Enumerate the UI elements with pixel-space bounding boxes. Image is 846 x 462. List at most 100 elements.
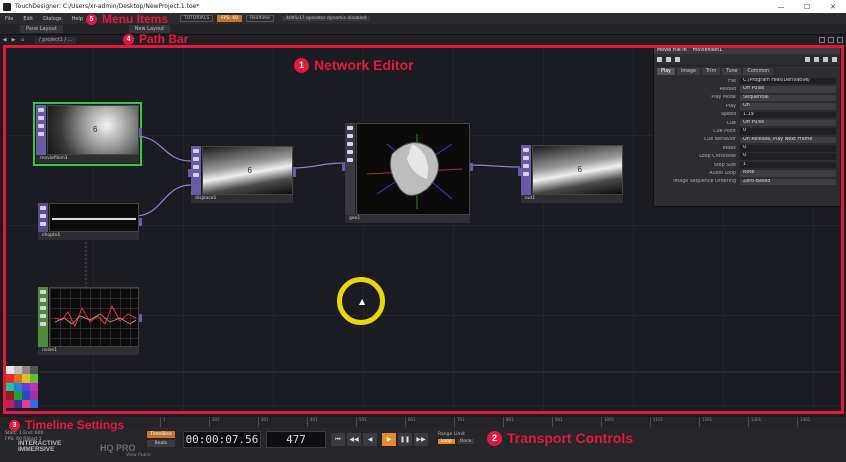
node-viewer: 6 (47, 105, 139, 155)
timeline-tick: 301 (258, 417, 269, 427)
maximize-icon[interactable]: ☐ (794, 0, 820, 13)
timecode-display[interactable]: 00:00:07.56 (183, 431, 261, 448)
back-icon[interactable]: ◀ (0, 37, 9, 43)
output-port[interactable] (293, 168, 296, 177)
realtime-toggle[interactable]: Realtime (246, 15, 274, 22)
param-cuebehavior-select[interactable]: On Release, Play Next Frame (740, 136, 836, 144)
tab-play[interactable]: Play (657, 68, 676, 75)
watermark-badge: HQ PRO (100, 443, 136, 453)
output-port[interactable] (139, 217, 142, 226)
menu-help[interactable]: Help (67, 16, 88, 22)
play-reverse-button[interactable]: ◀ (363, 433, 377, 446)
color-palette[interactable] (6, 366, 38, 408)
node-chopto[interactable]: chopto1 (38, 203, 142, 240)
input-port[interactable] (188, 168, 191, 177)
step-forward-button[interactable]: ▶▶ (414, 433, 428, 446)
info-icon[interactable] (675, 57, 680, 62)
output-port[interactable] (139, 314, 142, 323)
node-geo[interactable]: geo1 (342, 123, 473, 223)
tab-trim[interactable]: Trim (702, 68, 721, 75)
range-once-button[interactable]: Once (456, 439, 475, 444)
param-playmode-select[interactable]: Sequential (740, 94, 836, 102)
tab-image[interactable]: Image (677, 68, 701, 75)
node-side-toolbar[interactable] (191, 146, 201, 195)
menu-dialogs[interactable]: Dialogs (38, 16, 67, 22)
annotation-transport-controls: 2 Transport Controls (487, 430, 633, 446)
node-name[interactable]: moviefilein1 (36, 155, 139, 163)
beats-toggle[interactable]: Beats (147, 440, 175, 447)
node-side-toolbar[interactable] (521, 145, 531, 195)
path-field[interactable]: / project1 / ... (35, 36, 77, 44)
node-side-toolbar[interactable] (345, 123, 355, 215)
home-icon[interactable]: ⌂ (18, 37, 27, 43)
menu-edit[interactable]: Edit (18, 16, 38, 22)
param-tabs: Play Image Trim Tune Common (654, 66, 840, 75)
param-index-field[interactable]: 0 (740, 145, 836, 152)
forward-icon[interactable]: ▶ (9, 37, 18, 43)
param-row-cuepoint: Cue Point 0 (654, 127, 840, 135)
node-name[interactable]: noise1 (38, 347, 139, 355)
param-op-name[interactable]: moviefilein1 (693, 48, 722, 53)
frame-display[interactable]: 477 (266, 431, 326, 448)
node-name[interactable]: geo1 (345, 215, 470, 223)
help-icon[interactable] (657, 57, 662, 62)
node-side-toolbar[interactable] (38, 203, 48, 232)
param-loopcrossfade-field[interactable]: 0 (740, 153, 836, 160)
tutorials-button[interactable]: TUTORIALS (180, 15, 214, 22)
node-noise[interactable]: noise1 (38, 287, 142, 355)
geo-3d-view (366, 134, 463, 209)
input-port[interactable] (342, 163, 345, 171)
param-audioloop-select[interactable]: Note (740, 170, 836, 177)
node-displace[interactable]: 6 displace1 (188, 146, 296, 203)
menu-file[interactable]: File (0, 16, 18, 22)
node-name[interactable]: out1 (521, 195, 623, 203)
play-button[interactable]: ▶ (382, 433, 396, 446)
node-out[interactable]: 6 out1 (518, 145, 623, 203)
range-loop-button[interactable]: Loop (438, 439, 455, 444)
node-side-toolbar[interactable] (36, 105, 46, 155)
plus-icon[interactable] (832, 57, 837, 62)
fps-indicator[interactable]: FPS: 60 (217, 15, 243, 22)
split-icon[interactable] (819, 37, 825, 43)
node-moviefilein[interactable]: 6 moviefilein1 (33, 102, 142, 166)
input-port[interactable] (518, 168, 521, 177)
param-row-playmode: Play Mode Sequential (654, 94, 840, 102)
node-side-toolbar[interactable] (38, 287, 48, 347)
node-name[interactable]: chopto1 (38, 232, 139, 240)
maximize-pane-icon[interactable] (828, 37, 834, 43)
param-play-toggle[interactable]: On (740, 103, 836, 110)
step-back-button[interactable]: ◀◀ (347, 433, 361, 446)
pane-options (819, 37, 843, 43)
rewind-start-button[interactable]: ⏮ (331, 433, 345, 446)
param-cuepoint-field[interactable]: 0 (740, 128, 836, 135)
wrench-icon[interactable] (805, 57, 810, 62)
timeline-ruler[interactable]: 1 201 301 401 501 601 701 801 901 1001 1101 1201 130… (0, 417, 846, 427)
output-port[interactable] (139, 128, 142, 137)
output-port[interactable] (470, 163, 473, 171)
timeline-tick: 901 (552, 417, 563, 427)
range-limit-label: Range Limit (438, 432, 465, 437)
pane-layout-button[interactable]: Pane Layout (20, 25, 63, 33)
timeline-tick: 1401 (797, 417, 810, 427)
param-ordering-select[interactable]: Zero-Based (740, 178, 836, 186)
tab-tune[interactable]: Tune (722, 68, 742, 75)
expand-icon[interactable] (823, 57, 828, 62)
window-title: TouchDesigner: C:/Users/xr-admin/Desktop… (15, 3, 200, 10)
grid-icon[interactable] (837, 37, 843, 43)
python-icon[interactable] (666, 57, 671, 62)
param-stepsize-field[interactable]: 1 (740, 161, 836, 169)
param-row-reload: Reload Off Pulse (654, 85, 840, 93)
param-speed-field[interactable]: 1.19 (740, 111, 836, 118)
close-icon[interactable]: ✕ (820, 0, 846, 13)
node-name[interactable]: displace1 (191, 195, 293, 203)
minimize-icon[interactable]: — (768, 0, 794, 13)
tab-common[interactable]: Common (743, 68, 774, 75)
timeline-tick: 1 (160, 417, 166, 427)
pause-button[interactable]: ❚❚ (398, 433, 412, 446)
param-reload-toggle[interactable]: Off Pulse (740, 86, 836, 93)
view-public-link[interactable]: View Public (126, 453, 151, 458)
timeslice-toggle[interactable]: TimeSlice (147, 431, 175, 438)
eye-icon[interactable] (814, 57, 819, 62)
param-file-field[interactable]: C:/Program Files/Derivative/ (740, 77, 836, 85)
param-cue-toggle[interactable]: Off Pulse (740, 119, 836, 127)
